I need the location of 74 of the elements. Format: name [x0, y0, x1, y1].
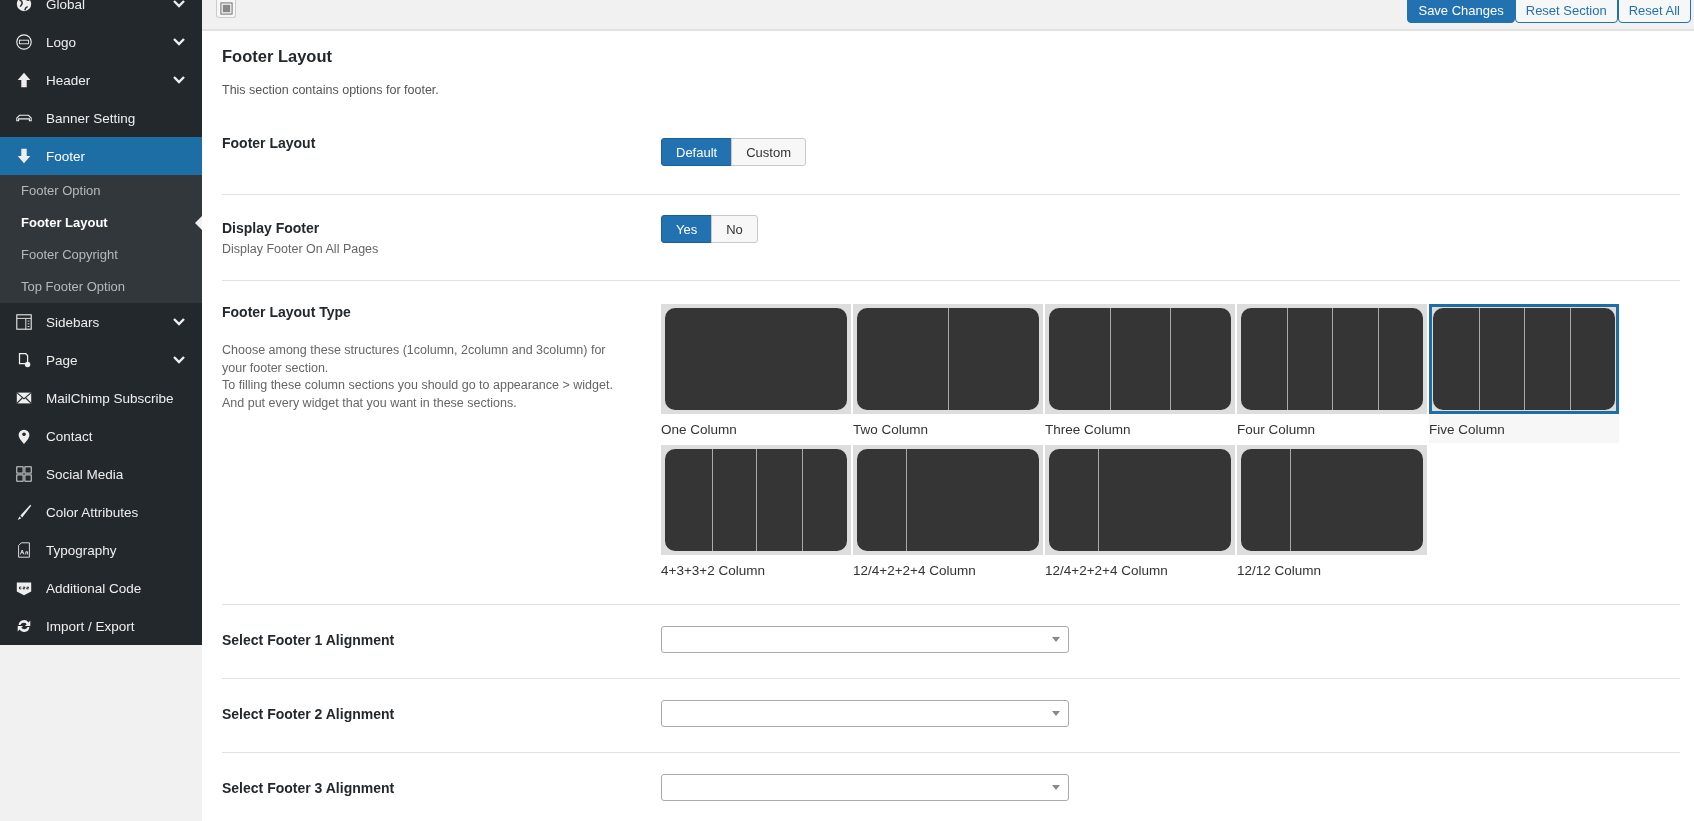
- layout-option[interactable]: Two Column: [853, 304, 1043, 443]
- submenu-item[interactable]: Top Footer Option: [0, 271, 202, 303]
- field-description: To filling these column sections you should go to appearance > widget.: [222, 377, 614, 394]
- layout-option-label: Four Column: [1237, 421, 1317, 439]
- brush-icon: [15, 503, 33, 521]
- social-grid-icon: [15, 465, 33, 483]
- select-field[interactable]: [661, 700, 1069, 727]
- layout-option[interactable]: Four Column: [1237, 304, 1427, 443]
- font-document-icon: [15, 541, 33, 559]
- layout-option-label: Two Column: [853, 421, 930, 439]
- save-button[interactable]: Save Changes: [1407, 0, 1515, 23]
- layout-option-label: Three Column: [1045, 421, 1132, 439]
- chevron-down-icon: [172, 37, 186, 47]
- arrow-up-icon: [15, 71, 33, 89]
- toggle-option[interactable]: Yes: [661, 215, 713, 243]
- field-label: Footer Layout Type: [222, 304, 352, 320]
- sidebar-item[interactable]: Page: [0, 341, 202, 379]
- layout-option[interactable]: 4+3+3+2 Column: [661, 445, 851, 584]
- badge-icon: [15, 33, 33, 51]
- submenu-item[interactable]: Footer Copyright: [0, 239, 202, 271]
- sidebar-item[interactable]: Footer: [0, 137, 202, 175]
- select-field[interactable]: [661, 774, 1069, 801]
- sidebar-item[interactable]: Social Media: [0, 455, 202, 493]
- chevron-down-icon: [172, 317, 186, 327]
- arrow-down-icon: [15, 147, 33, 165]
- field-label: Select Footer 3 Alignment: [222, 780, 396, 796]
- caret-icon: [1052, 637, 1060, 642]
- envelope-icon: [15, 389, 33, 407]
- field-label: Select Footer 1 Alignment: [222, 632, 396, 648]
- layout-option-label: 12/4+2+2+4 Column: [1045, 562, 1169, 580]
- layout-option[interactable]: One Column: [661, 304, 851, 443]
- field-description: And put every widget that you want in these sections.: [222, 394, 518, 412]
- sidebar-item[interactable]: Color Attributes: [0, 493, 202, 531]
- layout-option[interactable]: 12/4+2+2+4 Column: [853, 445, 1043, 584]
- layout-icon: [15, 313, 33, 331]
- layout-option-label: One Column: [661, 421, 738, 439]
- sidebar-item[interactable]: Import / Export: [0, 607, 202, 645]
- layout-option-label: 12/4+2+2+4 Column: [853, 562, 977, 580]
- field-label: Footer Layout: [222, 135, 317, 151]
- section-description: This section contains options for footer.: [222, 83, 440, 97]
- caret-icon: [1052, 711, 1060, 716]
- refresh-icon: [15, 617, 33, 635]
- sidebar-item[interactable]: Contact: [0, 417, 202, 455]
- field-description: Choose among these structures (1column, 2column and 3column) for your footer section.: [222, 342, 607, 377]
- sidebar-item[interactable]: Banner Setting: [0, 99, 202, 137]
- select-field[interactable]: [661, 626, 1069, 653]
- layout-option[interactable]: 12/12 Column: [1237, 445, 1427, 584]
- sidebar-item[interactable]: Typography: [0, 531, 202, 569]
- sidebar-item[interactable]: Header: [0, 61, 202, 99]
- layout-option[interactable]: 12/4+2+2+4 Column: [1045, 445, 1235, 584]
- sidebar-item[interactable]: MailChimp Subscribe: [0, 379, 202, 417]
- submenu-item[interactable]: Footer Option: [0, 175, 202, 207]
- sidebar-item[interactable]: Sidebars: [0, 303, 202, 341]
- layout-option[interactable]: Five Column: [1429, 304, 1619, 443]
- sidebar-item[interactable]: Additional Code: [0, 569, 202, 607]
- chevron-down-icon: [172, 355, 186, 365]
- layout-option-label: Five Column: [1429, 414, 1619, 443]
- sidebar-item[interactable]: Logo: [0, 23, 202, 61]
- toggle-option[interactable]: Custom: [731, 138, 806, 166]
- layout-option-label: 4+3+3+2 Column: [661, 562, 766, 580]
- chevron-down-icon: [172, 75, 186, 85]
- layout-option-label: 12/12 Column: [1237, 562, 1323, 580]
- field-label: Display Footer: [222, 220, 321, 236]
- toggle-option[interactable]: No: [711, 215, 758, 243]
- toggle-option[interactable]: Default: [661, 138, 733, 166]
- caret-icon: [1052, 785, 1060, 790]
- chevron-down-icon: [172, 0, 186, 9]
- field-subtitle: Display Footer On All Pages: [222, 242, 380, 256]
- section-title: Footer Layout: [222, 46, 333, 67]
- reset-button[interactable]: Reset Section: [1514, 0, 1618, 23]
- layout-option[interactable]: Three Column: [1045, 304, 1235, 443]
- panel-toggle-button[interactable]: [216, 0, 236, 18]
- reset-button[interactable]: Reset All: [1617, 0, 1691, 23]
- field-label: Select Footer 2 Alignment: [222, 706, 396, 722]
